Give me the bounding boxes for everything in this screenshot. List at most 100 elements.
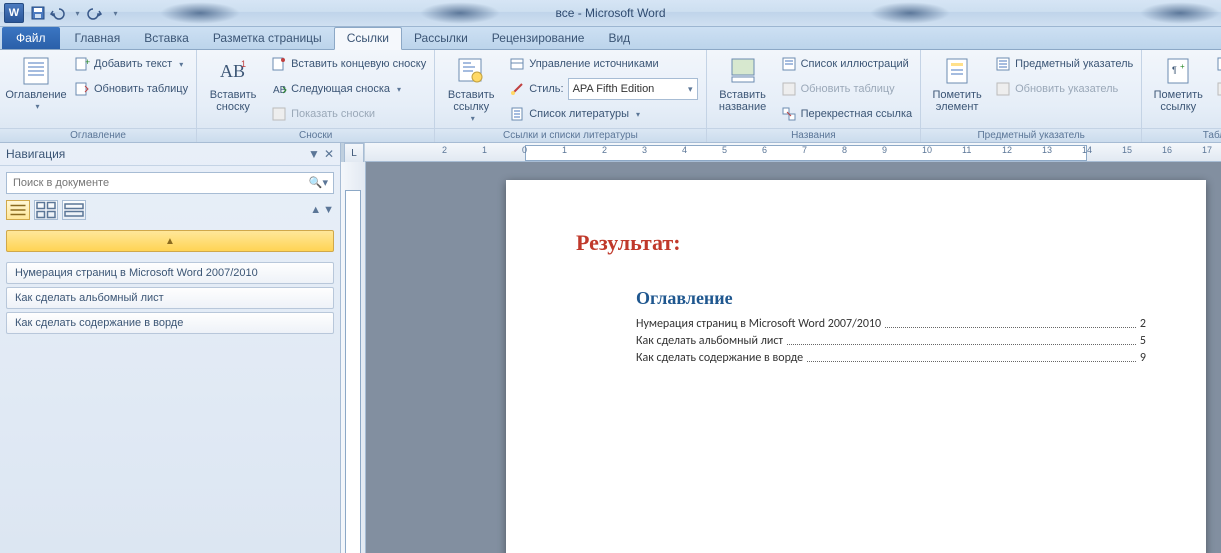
tof-icon	[781, 56, 797, 72]
nav-item[interactable]: Как сделать содержание в ворде	[6, 312, 334, 334]
nav-view-results[interactable]	[62, 200, 86, 220]
nav-view-pages[interactable]	[34, 200, 58, 220]
tab-file[interactable]: Файл	[2, 27, 60, 49]
search-icon[interactable]: 🔍▾	[309, 176, 328, 189]
next-footnote-icon: AB	[271, 81, 287, 97]
toc-entry-page: 9	[1140, 351, 1146, 365]
nav-close-icon[interactable]: ✕	[324, 147, 334, 161]
style-label: Стиль:	[529, 83, 563, 95]
group-toa-label: Таблица ссылок	[1142, 128, 1221, 142]
tab-view[interactable]: Вид	[596, 28, 642, 49]
tab-insert[interactable]: Вставка	[132, 28, 201, 49]
mark-entry-icon	[941, 55, 973, 87]
show-footnotes-button: Показать сноски	[267, 102, 430, 126]
nav-item[interactable]: Как сделать альбомный лист	[6, 287, 334, 309]
nav-view-headings[interactable]	[6, 200, 30, 220]
group-toc-label: Оглавление	[0, 128, 196, 142]
tab-home[interactable]: Главная	[63, 28, 133, 49]
mark-citation-icon: ¶+	[1162, 55, 1194, 87]
toc-entry-page: 5	[1140, 334, 1146, 348]
footnote-icon: AB1	[217, 55, 249, 87]
toc-entry-page: 2	[1140, 317, 1146, 331]
insert-caption-label: Вставить название	[713, 89, 773, 113]
insert-index-button[interactable]: Предметный указатель	[991, 52, 1137, 76]
bibliography-button[interactable]: Список литературы	[505, 102, 701, 126]
insert-footnote-button[interactable]: AB1 Вставить сноску	[201, 52, 265, 116]
tab-review[interactable]: Рецензирование	[480, 28, 597, 49]
tab-page-layout[interactable]: Разметка страницы	[201, 28, 334, 49]
mark-entry-label: Пометить элемент	[927, 89, 987, 113]
update-tof-button: Обновить таблицу	[777, 77, 917, 101]
svg-text:¶: ¶	[1172, 65, 1177, 75]
nav-prev-icon[interactable]: ▲	[310, 204, 321, 216]
svg-text:+: +	[85, 57, 90, 67]
save-icon[interactable]	[30, 5, 46, 21]
mark-entry-button[interactable]: Пометить элемент	[925, 52, 989, 116]
navigation-search: 🔍▾	[6, 172, 334, 194]
toc-entry-text: Как сделать содержание в ворде	[636, 351, 803, 365]
nav-next-icon[interactable]: ▼	[323, 204, 334, 216]
toc-icon	[20, 55, 52, 87]
table-of-figures-button[interactable]: Список иллюстраций	[777, 52, 917, 76]
tab-mailings[interactable]: Рассылки	[402, 28, 480, 49]
navigation-panel: Навигация ▼ ✕ 🔍▾ ▲ ▼ ▲ Нумерация страниц…	[0, 143, 341, 553]
insert-index-icon	[995, 56, 1011, 72]
add-text-button[interactable]: +Добавить текст	[70, 52, 192, 76]
bibliography-icon	[509, 106, 525, 122]
result-heading: Результат:	[576, 230, 1146, 256]
vertical-ruler[interactable]	[341, 162, 366, 553]
toc-button[interactable]: Оглавление	[4, 52, 68, 116]
insert-endnote-button[interactable]: Вставить концевую сноску	[267, 52, 430, 76]
update-toc-button[interactable]: Обновить таблицу	[70, 77, 192, 101]
search-input[interactable]	[6, 172, 334, 194]
title-bar: W все - Microsoft Word	[0, 0, 1221, 27]
insert-toa-button[interactable]: Таблица ссылок	[1212, 52, 1221, 76]
word-app-icon: W	[4, 3, 24, 23]
toc-leader	[807, 351, 1136, 362]
style-select[interactable]: APA Fifth Edition	[568, 78, 698, 100]
toc-leader	[885, 317, 1136, 328]
group-captions: Вставить название Список иллюстраций Обн…	[707, 50, 922, 142]
update-toc-icon	[74, 81, 90, 97]
update-index-button: Обновить указатель	[991, 77, 1137, 101]
mark-citation-button[interactable]: ¶+ Пометить ссылку	[1146, 52, 1210, 116]
group-footnotes-label: Сноски	[197, 128, 434, 142]
redo-icon[interactable]	[87, 5, 103, 21]
toc-entry-text: Как сделать альбомный лист	[636, 334, 783, 348]
cross-reference-button[interactable]: Перекрестная ссылка	[777, 102, 917, 126]
page: Результат: Оглавление Нумерация страниц …	[506, 180, 1206, 553]
citation-icon	[455, 55, 487, 87]
undo-dropdown-icon[interactable]	[68, 5, 84, 21]
undo-icon[interactable]	[49, 5, 65, 21]
horizontal-ruler[interactable]: 210123456789101112131415161718	[365, 143, 1221, 162]
work-area: Навигация ▼ ✕ 🔍▾ ▲ ▼ ▲ Нумерация страниц…	[0, 143, 1221, 553]
update-toa-button: Обновить таблицу	[1212, 77, 1221, 101]
navigation-views: ▲ ▼	[0, 200, 340, 226]
group-footnotes: AB1 Вставить сноску Вставить концевую сн…	[197, 50, 435, 142]
toc-entry: Как сделать альбомный лист 5	[576, 334, 1146, 348]
nav-current-indicator[interactable]: ▲	[6, 230, 334, 252]
manage-sources-button[interactable]: Управление источниками	[505, 52, 701, 76]
group-toc: Оглавление +Добавить текст Обновить табл…	[0, 50, 197, 142]
navigation-header: Навигация ▼ ✕	[0, 143, 340, 166]
insert-caption-button[interactable]: Вставить название	[711, 52, 775, 116]
tab-references[interactable]: Ссылки	[334, 27, 402, 50]
toc-label: Оглавление	[5, 89, 66, 101]
toc-entry: Как сделать содержание в ворде 9	[576, 351, 1146, 365]
next-footnote-button[interactable]: ABСледующая сноска	[267, 77, 430, 101]
show-footnotes-icon	[271, 106, 287, 122]
group-captions-label: Названия	[707, 128, 921, 142]
tab-selector[interactable]: L	[344, 143, 364, 163]
add-text-icon: +	[74, 56, 90, 72]
insert-toa-icon	[1216, 56, 1221, 72]
endnote-icon	[271, 56, 287, 72]
svg-text:1: 1	[241, 59, 246, 69]
group-index-label: Предметный указатель	[921, 128, 1141, 142]
group-citations-label: Ссылки и списки литературы	[435, 128, 705, 142]
nav-dropdown-icon[interactable]: ▼	[308, 147, 320, 161]
update-index-icon	[995, 81, 1011, 97]
qat-customize-icon[interactable]	[106, 5, 122, 21]
insert-citation-button[interactable]: Вставить ссылку	[439, 52, 503, 128]
nav-item[interactable]: Нумерация страниц в Microsoft Word 2007/…	[6, 262, 334, 284]
document-canvas[interactable]: Результат: Оглавление Нумерация страниц …	[366, 162, 1221, 553]
